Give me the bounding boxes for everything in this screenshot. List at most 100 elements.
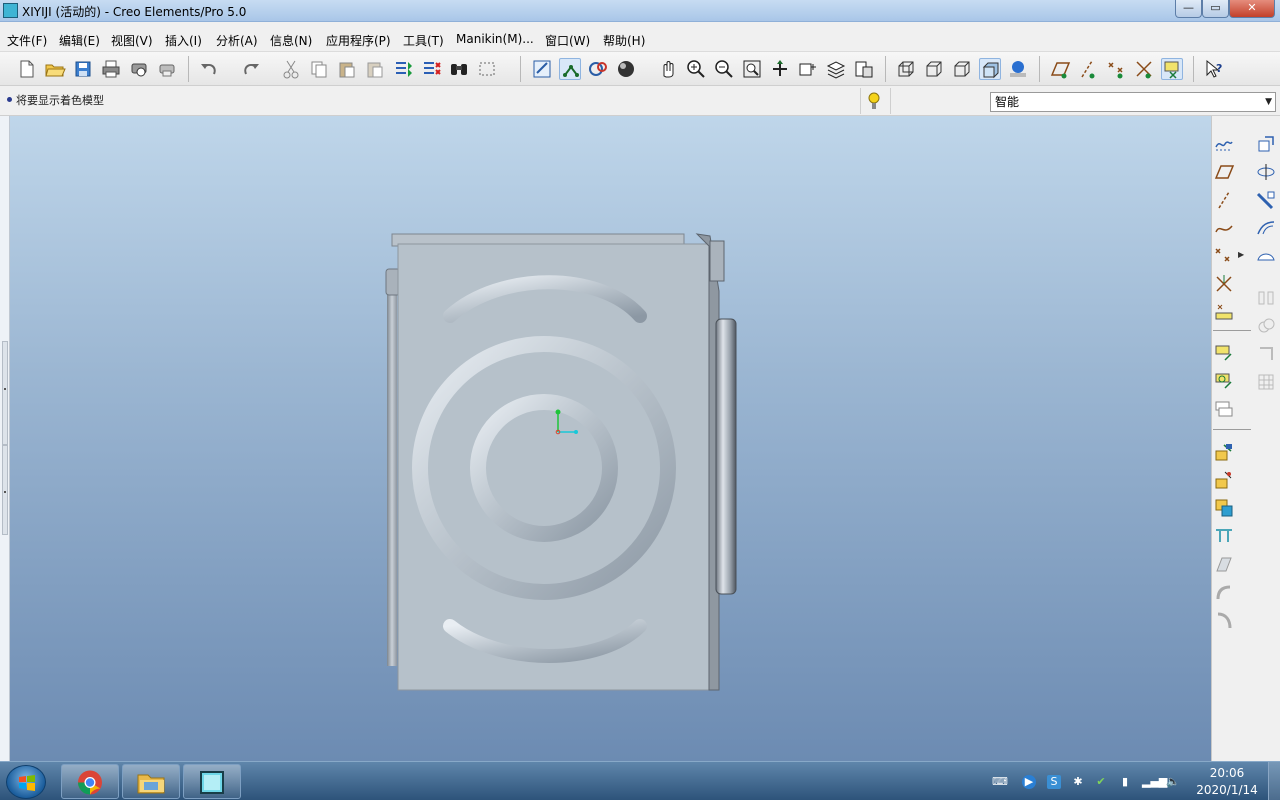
menu-edit[interactable]: 编辑(E) [59, 32, 100, 49]
volume-icon[interactable]: 🔈 [1166, 775, 1180, 789]
datum-axes-icon[interactable] [1077, 58, 1099, 80]
hole-tool-icon[interactable] [1213, 553, 1235, 575]
datum-plane-icon[interactable] [1213, 161, 1235, 183]
boundary-blend-icon[interactable] [1255, 245, 1277, 267]
graphics-window[interactable] [10, 116, 1211, 761]
signal-icon[interactable]: ▂▄▆ [1142, 775, 1167, 789]
datum-planes-icon[interactable] [1049, 58, 1071, 80]
print-setup-icon[interactable] [156, 58, 178, 80]
print-icon[interactable] [100, 58, 122, 80]
menu-tools[interactable]: 工具(T) [403, 32, 444, 49]
print-preview-icon[interactable] [128, 58, 150, 80]
menu-window[interactable]: 窗口(W) [545, 32, 590, 49]
layers-icon[interactable] [825, 58, 847, 80]
menu-manikin[interactable]: Manikin(M)... [456, 32, 534, 46]
model-viewport[interactable] [10, 116, 1211, 761]
system-clock[interactable]: 20:06 2020/1/14 [1192, 765, 1262, 799]
blend-tool-icon[interactable] [1213, 525, 1235, 547]
refit-icon[interactable] [741, 58, 763, 80]
selection-filter-dropdown[interactable]: 智能 ▼ [990, 92, 1276, 112]
shell-tool-icon[interactable] [1213, 581, 1235, 603]
sweep-icon[interactable] [1255, 189, 1277, 211]
left-splitter[interactable] [0, 116, 10, 761]
pan-icon[interactable] [657, 58, 679, 80]
file-explorer-icon[interactable] [122, 764, 180, 799]
minimize-button[interactable]: — [1175, 0, 1202, 18]
datum-point-icon[interactable] [1213, 245, 1235, 267]
paste-icon[interactable] [336, 58, 358, 80]
select-box-icon[interactable] [476, 58, 498, 80]
analysis-feature-icon[interactable] [1213, 301, 1235, 323]
media-player-icon[interactable]: ▶ [1022, 775, 1036, 789]
keyboard-icon[interactable]: ⌨ [992, 775, 1008, 789]
regenerate-manager-icon[interactable] [420, 58, 442, 80]
sketch-datum-curve-icon[interactable] [1213, 133, 1235, 155]
open-file-icon[interactable] [44, 58, 66, 80]
model-tree-handle[interactable] [2, 341, 8, 445]
merge-icon[interactable] [1255, 315, 1277, 337]
repaint-icon[interactable] [531, 58, 553, 80]
close-button[interactable]: ✕ [1229, 0, 1275, 18]
maximize-button[interactable]: ▭ [1202, 0, 1229, 18]
style-icon[interactable] [1255, 217, 1277, 239]
annotation-feature-icon[interactable] [1213, 342, 1235, 364]
symbol-feature-icon[interactable] [1213, 398, 1235, 420]
redo-icon[interactable] [240, 58, 262, 80]
mirror-icon[interactable] [1255, 287, 1277, 309]
wireframe-icon[interactable] [895, 58, 917, 80]
revolve-icon[interactable] [1255, 161, 1277, 183]
datum-axis-icon[interactable] [1213, 189, 1235, 211]
zoom-out-icon[interactable] [713, 58, 735, 80]
cut-icon[interactable] [280, 58, 302, 80]
saved-views-icon[interactable] [797, 58, 819, 80]
save-icon[interactable] [72, 58, 94, 80]
context-help-icon[interactable]: ? [1203, 58, 1225, 80]
pattern-icon[interactable] [1255, 371, 1277, 393]
chrome-icon[interactable] [61, 764, 119, 799]
creo-icon[interactable] [183, 764, 241, 799]
annotation-display-icon[interactable] [1161, 58, 1183, 80]
security-icon[interactable]: ✔ [1094, 775, 1108, 789]
start-button[interactable] [6, 765, 46, 799]
datum-points-icon[interactable] [1105, 58, 1127, 80]
datum-curve-icon[interactable] [1213, 217, 1235, 239]
extrude-icon[interactable] [1255, 133, 1277, 155]
spin-center-icon[interactable] [559, 58, 581, 80]
network-sync-icon[interactable]: S [1047, 775, 1061, 789]
menu-applications[interactable]: 应用程序(P) [326, 32, 391, 49]
menu-insert[interactable]: 插入(I) [165, 32, 202, 49]
usb-device-icon[interactable]: ▮ [1118, 775, 1132, 789]
enhanced-realism-icon[interactable] [1007, 58, 1029, 80]
copy-icon[interactable] [308, 58, 330, 80]
paste-special-icon[interactable] [364, 58, 386, 80]
extrude-tool-icon[interactable] [1213, 441, 1235, 463]
reorient-icon[interactable] [769, 58, 791, 80]
shading-icon[interactable] [615, 58, 637, 80]
show-desktop-button[interactable] [1268, 762, 1280, 800]
coordinate-systems-icon[interactable] [1133, 58, 1155, 80]
bluetooth-icon[interactable]: ✱ [1071, 775, 1085, 789]
status-light-icon[interactable] [868, 92, 880, 110]
coordinate-system-icon[interactable] [1213, 273, 1235, 295]
menu-help[interactable]: 帮助(H) [603, 32, 645, 49]
menu-info[interactable]: 信息(N) [270, 32, 312, 49]
undo-icon[interactable] [198, 58, 220, 80]
no-hidden-icon[interactable] [951, 58, 973, 80]
new-file-icon[interactable] [16, 58, 38, 80]
regenerate-icon[interactable] [392, 58, 414, 80]
note-feature-icon[interactable] [1213, 370, 1235, 392]
model-tree-handle[interactable] [2, 445, 8, 535]
revolve-tool-icon[interactable] [1213, 469, 1235, 491]
menu-analysis[interactable]: 分析(A) [216, 32, 258, 49]
zoom-in-icon[interactable] [685, 58, 707, 80]
shaded-display-icon[interactable] [979, 58, 1001, 80]
menu-view[interactable]: 视图(V) [111, 32, 153, 49]
sweep-tool-icon[interactable] [1213, 497, 1235, 519]
round-tool-icon[interactable] [1213, 609, 1235, 631]
hidden-line-icon[interactable] [923, 58, 945, 80]
chevron-right-icon[interactable]: ▶ [1238, 250, 1250, 262]
menu-file[interactable]: 文件(F) [7, 32, 47, 49]
find-icon[interactable] [448, 58, 470, 80]
orient-mode-icon[interactable] [587, 58, 609, 80]
trim-icon[interactable] [1255, 343, 1277, 365]
